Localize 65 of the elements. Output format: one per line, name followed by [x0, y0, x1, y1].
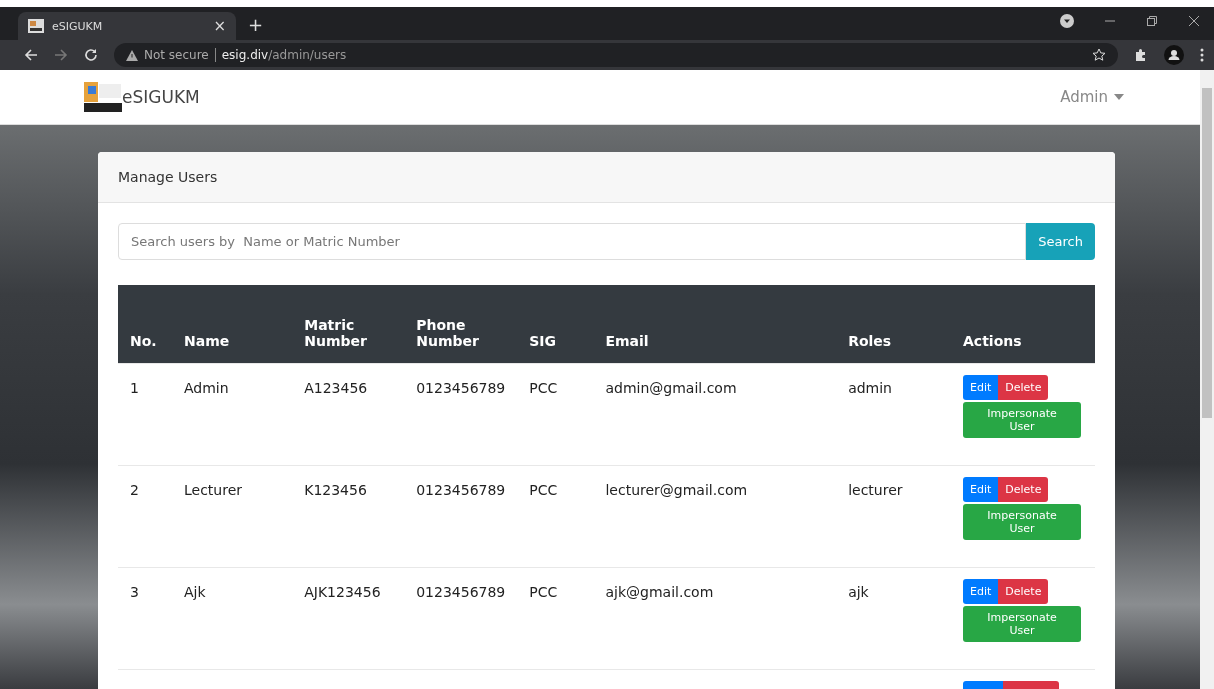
- table-cell: 0123456789: [404, 567, 518, 670]
- column-header: Email: [593, 285, 837, 364]
- delete-button[interactable]: Delete: [998, 375, 1049, 400]
- table-cell: 0123456789: [404, 363, 518, 466]
- column-header: Matric Number: [292, 285, 405, 364]
- reload-icon[interactable]: [84, 48, 98, 62]
- new-tab-button[interactable]: +: [248, 14, 264, 35]
- warning-icon: [126, 49, 138, 61]
- caret-icon: [1114, 94, 1124, 100]
- search-field[interactable]: Search users by Name or Matric Number: [118, 223, 1027, 260]
- restore-icon[interactable]: [1146, 15, 1158, 27]
- bookmark-star-icon[interactable]: [1092, 48, 1106, 62]
- table-cell: admin: [836, 363, 951, 466]
- table-cell: K123456: [292, 465, 405, 568]
- table-cell: 2: [118, 465, 172, 568]
- card-title: Manage Users: [118, 169, 218, 185]
- table-cell: PCC: [517, 567, 594, 670]
- profile-icon[interactable]: [1164, 45, 1184, 65]
- table-cell: A123456: [292, 363, 405, 466]
- table-cell: ajk@gmail.com: [593, 567, 837, 670]
- tab-close-button[interactable]: ×: [213, 17, 226, 35]
- table-cell: 1: [118, 363, 172, 466]
- table-cell: PCC: [517, 363, 594, 466]
- impersonate-button[interactable]: Impersonate User: [963, 504, 1081, 540]
- logo-icon[interactable]: [84, 82, 122, 112]
- table-cell: lecturer@gmail.com: [593, 465, 837, 568]
- table-cell: lecturer: [836, 465, 951, 568]
- column-header: Roles: [836, 285, 951, 364]
- edit-button[interactable]: Edit: [963, 579, 999, 604]
- scrollbar-thumb[interactable]: [1202, 88, 1212, 418]
- impersonate-button[interactable]: Impersonate User: [963, 606, 1081, 642]
- puzzle-icon[interactable]: [1134, 48, 1148, 62]
- brand-name[interactable]: eSIGUKM: [122, 87, 200, 107]
- column-header: Phone Number: [404, 285, 518, 364]
- search-button[interactable]: Search: [1026, 223, 1095, 260]
- table-cell: AJK123456: [292, 567, 405, 670]
- column-header: Name: [172, 285, 293, 364]
- address-bar[interactable]: Not secure esig.div/admin/users: [114, 43, 1118, 67]
- browser-tab[interactable]: eSIGUKM ×: [18, 12, 236, 40]
- site-favicon-icon: [28, 19, 44, 33]
- edit-button[interactable]: Edit: [963, 477, 999, 502]
- table-cell: admin@gmail.com: [593, 363, 837, 466]
- impersonate-button[interactable]: Impersonate User: [963, 402, 1081, 438]
- close-icon[interactable]: [1188, 15, 1200, 27]
- security-label: Not secure: [144, 48, 209, 62]
- table-cell: PCC: [517, 465, 594, 568]
- back-icon[interactable]: [24, 48, 38, 62]
- table-cell: Ajk: [172, 567, 293, 670]
- forward-icon[interactable]: [54, 48, 68, 62]
- column-header: Actions: [951, 285, 1095, 364]
- table-cell: 0123456789: [404, 465, 518, 568]
- table-cell: 3: [118, 567, 172, 670]
- url-text: esig.div/admin/users: [221, 48, 347, 62]
- tab-title: eSIGUKM: [52, 19, 104, 33]
- edit-button[interactable]: Edit: [963, 375, 999, 400]
- delete-button[interactable]: Delete: [998, 477, 1049, 502]
- column-header: No.: [118, 285, 172, 364]
- user-menu-dropdown[interactable]: Admin: [1060, 88, 1124, 106]
- profile-dropdown-icon[interactable]: [1060, 14, 1074, 28]
- table-cell: Admin: [172, 363, 293, 466]
- menu-icon[interactable]: [1200, 48, 1204, 62]
- column-header: SIG: [517, 285, 594, 364]
- table-cell: ajk: [836, 567, 951, 670]
- delete-button[interactable]: Delete: [998, 579, 1049, 604]
- table-cell: Lecturer: [172, 465, 293, 568]
